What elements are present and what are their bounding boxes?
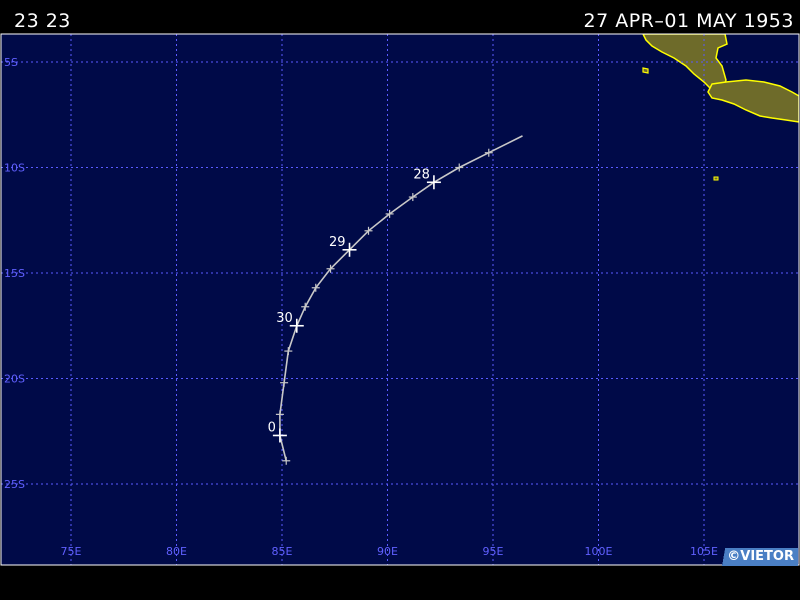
land-islet-south: [713, 176, 719, 181]
credit-badge: ©VIETOR: [713, 548, 798, 566]
lon-tick-label: 90E: [377, 545, 398, 558]
lat-tick-label: 5S: [4, 56, 18, 69]
track-map: 75E 80E 85E 90E 95E 100E 105E5S10S15S20S25S 28…: [0, 33, 800, 566]
day-marker-label: 30: [276, 311, 293, 326]
lat-tick-label: 25S: [4, 478, 25, 491]
day-marker-label: 28: [413, 167, 430, 182]
land-islet-west: [642, 67, 649, 74]
lon-tick-label: 85E: [272, 545, 293, 558]
ocean-background: [1, 34, 799, 565]
lat-tick-label: 20S: [4, 373, 25, 386]
lat-tick-label: 10S: [4, 162, 25, 175]
lat-tick-label: 15S: [4, 267, 25, 280]
day-marker-label: 0: [268, 420, 276, 435]
day-marker-label: 29: [329, 235, 346, 250]
lon-tick-label: 75E: [61, 545, 82, 558]
lon-tick-label: 100E: [585, 545, 613, 558]
lon-tick-label: 95E: [483, 545, 504, 558]
lon-tick-label: 80E: [166, 545, 187, 558]
